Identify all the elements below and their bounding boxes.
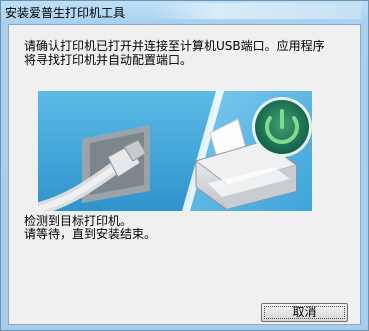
focus-rect bbox=[264, 306, 345, 319]
instructions-text: 请确认打印机已打开并连接至计算机USB端口。应用程序 将寻找打印机并自动配置端口… bbox=[24, 39, 344, 67]
window-title: 安装爱普生打印机工具 bbox=[5, 6, 126, 20]
status-text: 检测到目标打印机。 请等待，直到安装结束。 bbox=[24, 215, 156, 241]
cancel-button[interactable]: 取消 bbox=[261, 303, 348, 322]
status-line-2: 请等待，直到安装结束。 bbox=[24, 227, 157, 241]
connection-illustration bbox=[38, 91, 312, 211]
title-bar[interactable]: 安装爱普生打印机工具 bbox=[1, 1, 368, 23]
installer-window: 安装爱普生打印机工具 请确认打印机已打开并连接至计算机USB端口。应用程序 将寻… bbox=[0, 0, 369, 331]
instruction-line-2: 将寻找打印机并自动配置端口。 bbox=[24, 53, 193, 67]
dialog-content: 请确认打印机已打开并连接至计算机USB端口。应用程序 将寻找打印机并自动配置端口… bbox=[8, 24, 361, 325]
power-icon bbox=[252, 97, 312, 157]
instruction-line-1: 请确认打印机已打开并连接至计算机USB端口。应用程序 bbox=[24, 39, 325, 53]
title-bar-blur bbox=[151, 3, 361, 19]
